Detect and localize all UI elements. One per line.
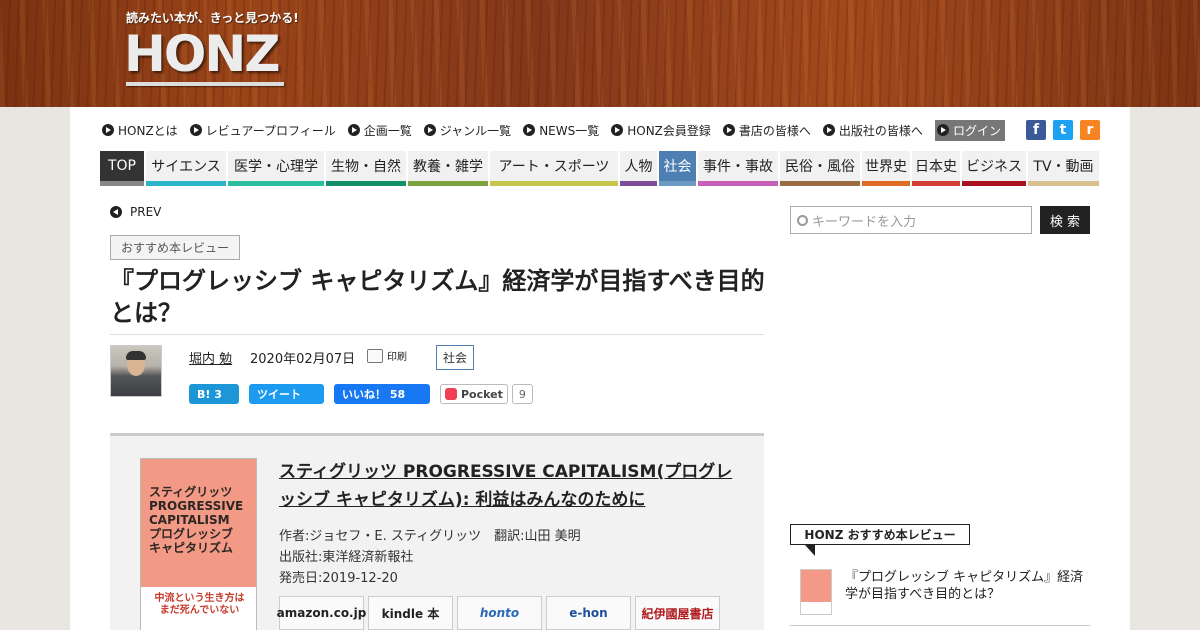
- arrow-left-icon: [110, 206, 122, 218]
- login-button[interactable]: ログイン: [934, 119, 1005, 141]
- top-nav: HONZとは レビュアープロフィール 企画一覧 ジャンル一覧 NEWS一覧 HO…: [102, 119, 1017, 141]
- social-links: f t r: [1026, 120, 1100, 140]
- book-cover[interactable]: スティグリッツ PROGRESSIVE CAPITALISM プログレッシブ キ…: [140, 458, 257, 630]
- cat-biology[interactable]: 生物・自然: [326, 151, 406, 186]
- sidebar-section-heading: HONZ おすすめ本レビュー: [790, 524, 970, 556]
- category-badge[interactable]: 社会: [436, 345, 475, 370]
- cat-incidents[interactable]: 事件・事故: [698, 151, 778, 186]
- cat-people[interactable]: 人物: [620, 151, 657, 186]
- arrow-icon: [102, 124, 114, 136]
- amazon-button[interactable]: amazon.co.jp: [277, 596, 366, 630]
- cat-top[interactable]: TOP: [100, 151, 144, 186]
- prev-link[interactable]: PREV: [110, 205, 161, 219]
- site-logo[interactable]: HONZ: [124, 24, 280, 84]
- arrow-icon: [611, 124, 624, 136]
- store-links: amazon.co.jp kindle 本 honto e-hon 紀伊國屋書店: [277, 596, 720, 630]
- cover-band: 中流という生き方は まだ死んでいない: [154, 593, 245, 616]
- divider: [790, 625, 1090, 626]
- cat-society[interactable]: 社会: [659, 151, 696, 186]
- kinokuniya-button[interactable]: 紀伊國屋書店: [635, 596, 720, 630]
- cat-japan-history[interactable]: 日本史: [912, 151, 960, 186]
- topnav-news[interactable]: NEWS一覧: [523, 122, 599, 139]
- cat-world-history[interactable]: 世界史: [862, 151, 910, 186]
- arrow-icon: [722, 124, 735, 136]
- book-publisher: 出版社:東洋経済新報社: [279, 550, 414, 565]
- arrow-icon: [822, 124, 835, 136]
- book-meta: 作者:ジョセフ・E. スティグリッツ 翻訳:山田 美明 出版社:東洋経済新報社 …: [279, 526, 581, 589]
- arrow-icon: [423, 124, 436, 136]
- review-tag[interactable]: おすすめ本レビュー: [110, 235, 241, 260]
- pocket-button[interactable]: Pocket: [440, 384, 508, 404]
- rss-icon[interactable]: r: [1080, 120, 1100, 140]
- sidebar-item-title[interactable]: 『プログレッシブ キャピタリズム』経済学が目指すべき目的とは？: [845, 569, 1085, 603]
- topnav-bookstores[interactable]: 書店の皆様へ: [722, 122, 811, 139]
- topnav-about[interactable]: HONZとは: [102, 122, 178, 139]
- book-info-box: スティグリッツ PROGRESSIVE CAPITALISM プログレッシブ キ…: [110, 433, 764, 630]
- facebook-icon[interactable]: f: [1026, 120, 1046, 140]
- topnav-register[interactable]: HONZ会員登録: [611, 122, 711, 139]
- search-icon: [797, 214, 808, 226]
- cat-tv-video[interactable]: TV・動画: [1028, 151, 1099, 186]
- search-input[interactable]: キーワードを入力: [790, 206, 1032, 234]
- sidebar-item-thumbnail[interactable]: [800, 569, 832, 615]
- book-release: 発売日:2019-12-20: [279, 571, 398, 586]
- twitter-icon[interactable]: t: [1053, 120, 1073, 140]
- arrow-icon: [523, 124, 536, 136]
- divider: [110, 334, 764, 335]
- pocket-count: 9: [511, 384, 533, 404]
- cat-culture[interactable]: 教養・雑学: [408, 151, 488, 186]
- pocket-group: Pocket 9: [440, 384, 533, 404]
- logo-underline: [126, 82, 284, 86]
- print-button[interactable]: 印刷: [367, 348, 407, 363]
- topnav-publishers[interactable]: 出版社の皆様へ: [822, 122, 923, 139]
- honto-button[interactable]: honto: [457, 596, 542, 630]
- arrow-icon: [936, 124, 949, 136]
- book-title-link[interactable]: スティグリッツ PROGRESSIVE CAPITALISM(プログレッシブ キ…: [279, 458, 749, 514]
- hatena-button[interactable]: B! 3: [189, 384, 239, 404]
- topnav-reviewers[interactable]: レビュアープロフィール: [189, 122, 336, 139]
- pocket-icon: [445, 388, 457, 400]
- facebook-like-button[interactable]: いいね！ 58: [334, 384, 430, 404]
- ehon-button[interactable]: e-hon: [546, 596, 631, 630]
- arrow-icon: [189, 124, 202, 136]
- cat-medicine[interactable]: 医学・心理学: [228, 151, 324, 186]
- tweet-button[interactable]: ツイート: [249, 384, 324, 404]
- search-button[interactable]: 検 索: [1040, 206, 1090, 234]
- author-avatar[interactable]: [110, 345, 162, 397]
- cat-business[interactable]: ビジネス: [962, 151, 1026, 186]
- cat-art-sports[interactable]: アート・スポーツ: [490, 151, 618, 186]
- page-container: HONZとは レビュアープロフィール 企画一覧 ジャンル一覧 NEWS一覧 HO…: [70, 107, 1130, 630]
- site-header: 読みたい本が、きっと見つかる! HONZ: [0, 0, 1200, 107]
- author-link[interactable]: 堀内 勉: [189, 348, 232, 367]
- kindle-button[interactable]: kindle 本: [368, 596, 453, 630]
- cat-science[interactable]: サイエンス: [146, 151, 226, 186]
- arrow-icon: [347, 124, 360, 136]
- cover-title: スティグリッツ PROGRESSIVE CAPITALISM プログレッシブ キ…: [149, 485, 244, 555]
- printer-icon: [367, 348, 383, 363]
- topnav-genres[interactable]: ジャンル一覧: [423, 122, 511, 139]
- article-title: 『プログレッシブ キャピタリズム』経済学が目指すべき目的とは？: [110, 267, 765, 327]
- book-author: 作者:ジョセフ・E. スティグリッツ 翻訳:山田 美明: [279, 529, 581, 544]
- cat-folklore[interactable]: 民俗・風俗: [780, 151, 860, 186]
- post-date: 2020年02月07日: [250, 352, 356, 367]
- category-nav: TOP サイエンス 医学・心理学 生物・自然 教養・雑学 アート・スポーツ 人物…: [100, 151, 1099, 186]
- share-buttons: B! 3 ツイート いいね！ 58 Pocket 9: [189, 384, 533, 404]
- topnav-features[interactable]: 企画一覧: [347, 122, 412, 139]
